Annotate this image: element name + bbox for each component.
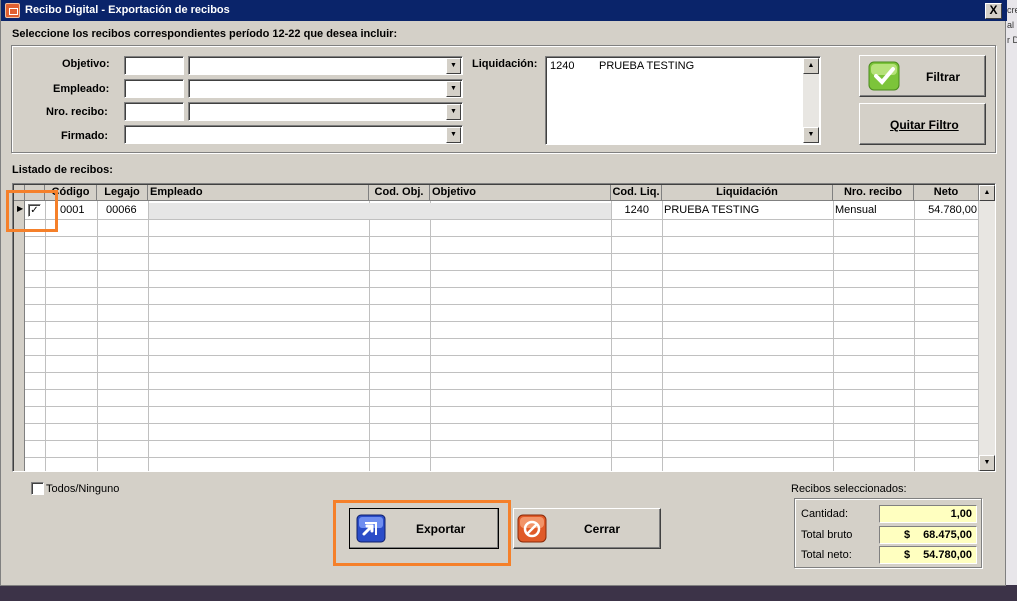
highlight-exportar <box>333 500 511 566</box>
cell-liquidacion[interactable]: PRUEBA TESTING <box>664 203 832 219</box>
chevron-down-icon[interactable]: ▼ <box>446 58 461 74</box>
filtrar-button[interactable]: Filtrar <box>859 55 986 97</box>
cancel-icon <box>517 514 547 543</box>
window-title: Recibo Digital - Exportación de recibos <box>25 4 230 16</box>
todos-ninguno-checkbox[interactable] <box>31 482 44 495</box>
nro-recibo-label: Nro. recibo: <box>46 106 108 118</box>
scroll-down-icon[interactable]: ▼ <box>979 455 995 471</box>
liquidacion-item-name[interactable]: PRUEBA TESTING <box>599 60 694 72</box>
bruto-currency: $ <box>904 529 911 541</box>
cerrar-button[interactable]: Cerrar <box>513 508 661 549</box>
row-indicator-column <box>14 201 25 471</box>
background-text: cre <box>1007 5 1017 15</box>
column-header-cod-obj[interactable]: Cod. Obj. <box>369 185 430 201</box>
grid-scrollbar[interactable]: ▲ ▼ <box>979 185 995 471</box>
title-bar[interactable]: Recibo Digital - Exportación de recibos … <box>1 0 1007 21</box>
column-header-empleado[interactable]: Empleado <box>148 185 369 201</box>
instruction-text: Seleccione los recibos correspondientes … <box>12 28 398 40</box>
totals-group: Cantidad: 1,00 Total bruto $68.475,00 To… <box>794 498 982 568</box>
column-header-legajo[interactable]: Legajo <box>97 185 148 201</box>
scroll-down-icon[interactable]: ▼ <box>803 127 819 143</box>
background-text: al <box>1007 20 1015 30</box>
todos-ninguno-label[interactable]: Todos/Ninguno <box>46 483 119 495</box>
column-header-cod-liq[interactable]: Cod. Liq. <box>611 185 662 201</box>
firmado-select[interactable]: ▼ <box>124 125 463 144</box>
quitar-filtro-label: Quitar Filtro <box>890 118 959 132</box>
liquidacion-item-code[interactable]: 1240 <box>550 60 574 72</box>
total-neto-value: $54.780,00 <box>879 546 977 564</box>
cell-neto[interactable]: 54.780,00 <box>915 203 978 219</box>
cell-nro-recibo[interactable]: Mensual <box>835 203 913 219</box>
empleado-select[interactable]: ▼ <box>188 79 463 98</box>
cell-legajo[interactable]: 00066 <box>106 203 146 219</box>
total-bruto-value: $68.475,00 <box>879 526 977 544</box>
chevron-down-icon[interactable]: ▼ <box>446 127 461 143</box>
objetivo-select[interactable]: ▼ <box>188 56 463 75</box>
recibos-grid[interactable]: Código Legajo Empleado Cod. Obj. Objetiv… <box>12 183 996 472</box>
column-header-objetivo[interactable]: Objetivo <box>430 185 611 201</box>
cantidad-label: Cantidad: <box>801 508 849 520</box>
neto-currency: $ <box>904 549 911 561</box>
liquidacion-label: Liquidación: <box>472 58 538 70</box>
objetivo-label: Objetivo: <box>62 58 110 70</box>
background-text: r D <box>1007 35 1017 45</box>
empleado-code-input[interactable] <box>124 79 184 98</box>
scroll-up-icon[interactable]: ▲ <box>803 58 819 74</box>
filtrar-label: Filtrar <box>926 70 961 84</box>
listado-label: Listado de recibos: <box>12 164 113 176</box>
cerrar-label: Cerrar <box>584 522 621 536</box>
chevron-down-icon[interactable]: ▼ <box>446 81 461 97</box>
background-taskbar <box>0 585 1017 601</box>
objetivo-code-input[interactable] <box>124 56 184 75</box>
chevron-down-icon[interactable]: ▼ <box>446 104 461 120</box>
total-neto-label: Total neto: <box>801 549 852 561</box>
scroll-up-icon[interactable]: ▲ <box>979 185 995 201</box>
cell-codigo[interactable]: 0001 <box>60 203 96 219</box>
cell-empleado-redacted[interactable] <box>149 203 611 219</box>
nro-recibo-select[interactable]: ▼ <box>188 102 463 121</box>
cantidad-value: 1,00 <box>879 505 977 523</box>
dialog-window: Recibo Digital - Exportación de recibos … <box>0 0 1007 586</box>
check-icon <box>868 61 900 91</box>
column-header-nro-recibo[interactable]: Nro. recibo <box>833 185 914 201</box>
background-window <box>1005 0 1017 601</box>
column-header-neto[interactable]: Neto <box>914 185 979 201</box>
nro-recibo-input[interactable] <box>124 102 184 121</box>
recibos-seleccionados-label: Recibos seleccionados: <box>791 483 907 495</box>
cell-cod-liq[interactable]: 1240 <box>612 203 660 219</box>
total-bruto-label: Total bruto <box>801 529 853 541</box>
quitar-filtro-button[interactable]: Quitar Filtro <box>859 103 986 145</box>
app-icon <box>5 3 20 18</box>
highlight-checkbox <box>6 190 58 232</box>
close-button[interactable]: X <box>985 3 1002 19</box>
firmado-label: Firmado: <box>61 130 109 142</box>
empleado-label: Empleado: <box>53 83 110 95</box>
liquidacion-listbox[interactable]: 1240 PRUEBA TESTING ▲ ▼ <box>545 56 821 145</box>
column-header-liquidacion[interactable]: Liquidación <box>662 185 833 201</box>
liquidacion-scrollbar[interactable]: ▲ ▼ <box>803 58 819 143</box>
